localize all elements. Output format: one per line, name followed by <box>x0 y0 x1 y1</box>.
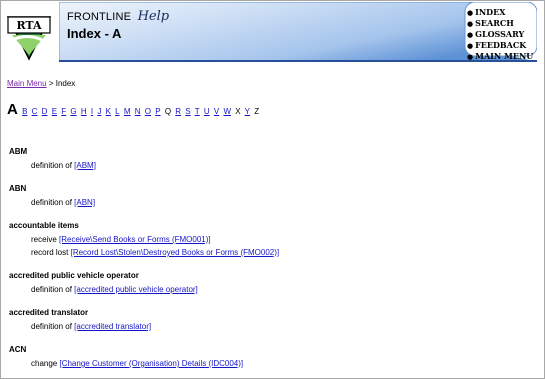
index-entry: accredited translator definition of [accr… <box>9 308 539 331</box>
bullet-icon: ● <box>467 41 474 50</box>
rta-logo: RTA <box>6 16 52 61</box>
title-area: FRONTLINE Help Index - A <box>67 7 169 41</box>
letter-link-e[interactable]: E <box>52 107 57 116</box>
letter-link-l[interactable]: L <box>115 107 119 116</box>
index-entry: accredited public vehicle operator defini… <box>9 271 539 294</box>
page-title: Index - A <box>67 26 122 41</box>
letter-link-w[interactable]: W <box>223 107 231 116</box>
letter-q: Q <box>164 107 172 116</box>
nav-menu: ● INDEX ● SEARCH ● GLOSSARY ● FEEDBACK ● MAIN… <box>467 7 537 62</box>
entry-term: ABM <box>9 147 28 156</box>
svg-text:RTA: RTA <box>16 19 42 32</box>
brand-name: FRONTLINE <box>67 11 132 23</box>
bullet-icon: ● <box>467 8 474 17</box>
letter-link-p[interactable]: P <box>155 107 160 116</box>
entry-subitem: definition of [ABM] <box>31 161 539 170</box>
nav-search-link[interactable]: ● SEARCH <box>467 18 537 29</box>
entry-subitem: receive [Receive\Send Books or Forms (FM… <box>31 235 539 244</box>
letter-link-i[interactable]: I <box>91 107 93 116</box>
letter-link-g[interactable]: G <box>70 107 76 116</box>
letter-z: Z <box>254 107 260 116</box>
nav-index-link[interactable]: ● INDEX <box>467 7 537 18</box>
nav-main-menu-link[interactable]: ● MAIN MENU <box>467 51 537 62</box>
alphabet-nav: A B C D E F G H I J K L M N O P Q R S T … <box>7 101 261 118</box>
subitem-label: change <box>31 359 58 368</box>
letter-link-s[interactable]: S <box>185 107 190 116</box>
letter-link-t[interactable]: T <box>195 107 200 116</box>
subitem-label: definition of <box>31 322 72 331</box>
entry-subitem: change [Change Customer (Organisation) D… <box>31 359 539 368</box>
breadcrumb-separator: > <box>48 79 54 88</box>
subitem-label: definition of <box>31 161 72 170</box>
subitem-link[interactable]: [accredited public vehicle operator] <box>74 285 198 294</box>
letter-link-r[interactable]: R <box>175 107 181 116</box>
bullet-icon: ● <box>467 30 474 39</box>
index-entries: ABM definition of [ABM] ABN definition of [… <box>9 147 539 378</box>
page-frame: RTA FRONTLINE Help Index - A ● INDEX ● S… <box>0 0 545 379</box>
letter-link-j[interactable]: J <box>97 107 101 116</box>
letter-link-c[interactable]: C <box>32 107 38 116</box>
index-entry: ACN change [Change Customer (Organisation… <box>9 345 539 368</box>
subitem-link[interactable]: [accredited translator] <box>74 322 151 331</box>
breadcrumb-main-menu-link[interactable]: Main Menu <box>7 79 47 88</box>
bullet-icon: ● <box>467 19 474 28</box>
header: RTA FRONTLINE Help Index - A ● INDEX ● S… <box>1 1 544 67</box>
letter-link-o[interactable]: O <box>145 107 151 116</box>
index-entry: ABM definition of [ABM] <box>9 147 539 170</box>
subitem-label: receive <box>31 235 57 244</box>
letter-link-d[interactable]: D <box>42 107 48 116</box>
letter-link-k[interactable]: K <box>106 107 111 116</box>
bullet-icon: ● <box>467 52 474 61</box>
letter-link-v[interactable]: V <box>214 107 219 116</box>
letter-link-y[interactable]: Y <box>245 107 250 116</box>
letter-link-n[interactable]: N <box>135 107 141 116</box>
letter-link-f[interactable]: F <box>61 107 66 116</box>
entry-subitem: record lost [Record Lost\Stolen\Destroye… <box>31 248 539 257</box>
breadcrumb: Main Menu > Index <box>7 79 75 88</box>
nav-glossary-link[interactable]: ● GLOSSARY <box>467 29 537 40</box>
subitem-label: definition of <box>31 285 72 294</box>
entry-subitem: definition of [accredited translator] <box>31 322 539 331</box>
entry-subitem: definition of [ABN] <box>31 198 539 207</box>
entry-term: accredited translator <box>9 308 89 317</box>
letter-link-b[interactable]: B <box>22 107 27 116</box>
subitem-link[interactable]: [ABN] <box>74 198 95 207</box>
help-label: Help <box>137 9 170 24</box>
index-entry: accountable items receive [Receive\Send B… <box>9 221 539 257</box>
subitem-link[interactable]: [Record Lost\Stolen\Destroyed Books or F… <box>71 248 280 257</box>
letter-link-u[interactable]: U <box>204 107 210 116</box>
entry-term: ABN <box>9 184 27 193</box>
entry-term: accountable items <box>9 221 79 230</box>
subitem-label: definition of <box>31 198 72 207</box>
subitem-label: record lost <box>31 248 69 257</box>
current-letter: A <box>7 101 18 118</box>
subitem-link[interactable]: [Change Customer (Organisation) Details … <box>59 359 243 368</box>
letter-x: X <box>235 107 241 116</box>
entry-subitem: definition of [accredited public vehicle… <box>31 285 539 294</box>
breadcrumb-current: Index <box>55 79 76 88</box>
subitem-link[interactable]: [ABM] <box>74 161 96 170</box>
nav-feedback-link[interactable]: ● FEEDBACK <box>467 40 537 51</box>
entry-term: accredited public vehicle operator <box>9 271 139 280</box>
letter-link-m[interactable]: M <box>124 107 131 116</box>
index-entry: ABN definition of [ABN] <box>9 184 539 207</box>
letter-link-h[interactable]: H <box>81 107 87 116</box>
entry-term: ACN <box>9 345 27 354</box>
subitem-link[interactable]: [Receive\Send Books or Forms (FMO001)] <box>59 235 211 244</box>
